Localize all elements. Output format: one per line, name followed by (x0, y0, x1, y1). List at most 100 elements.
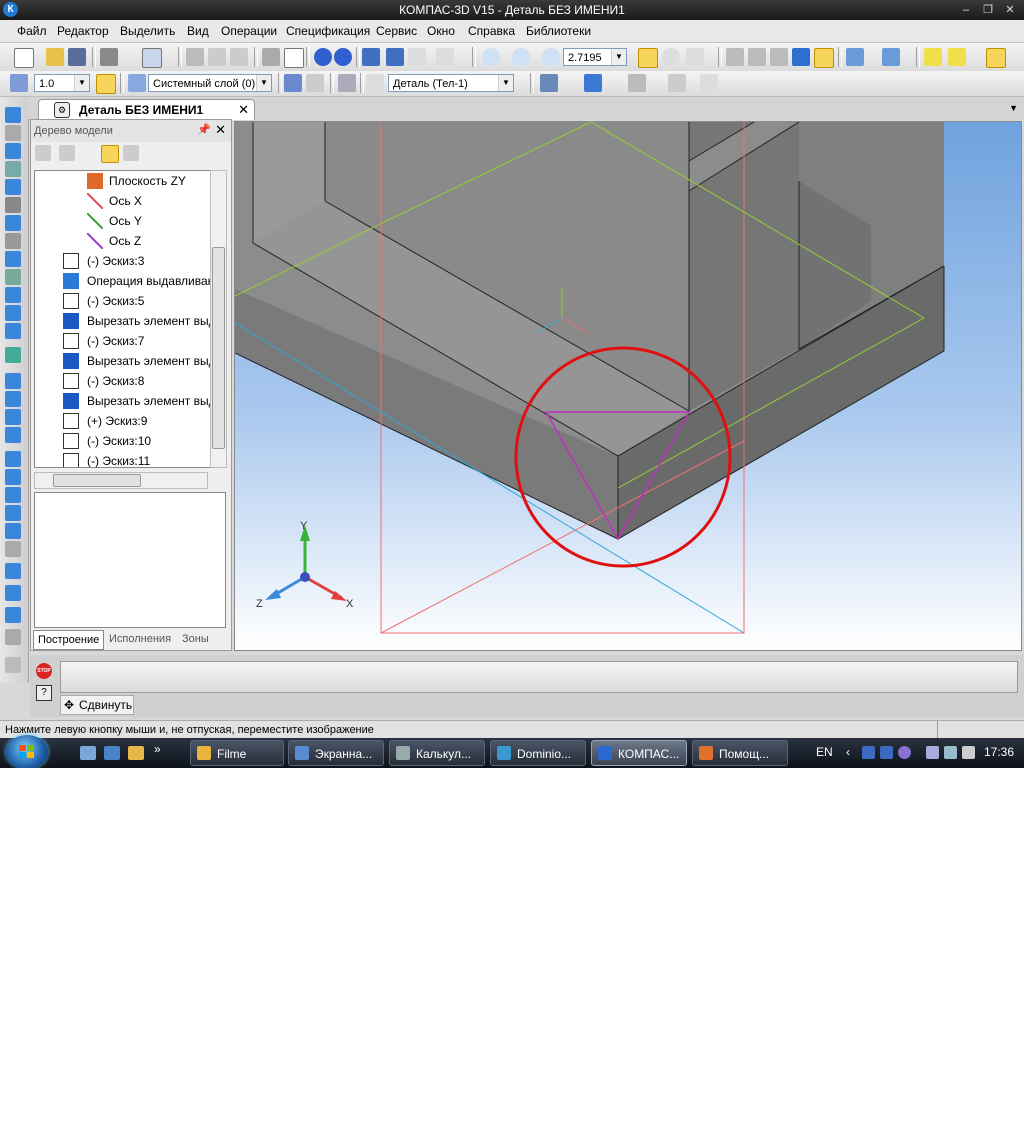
filter-icon[interactable] (882, 48, 900, 66)
split-icon[interactable] (5, 585, 21, 601)
properties-icon[interactable] (284, 48, 304, 68)
preview-icon[interactable] (142, 48, 162, 68)
taskbar-button[interactable]: Экранна... (288, 740, 384, 766)
help-button[interactable]: ? (36, 685, 52, 701)
chevron-down-icon[interactable]: ▼ (498, 75, 513, 91)
menu-operations[interactable]: Операции (221, 24, 277, 38)
pin-icon[interactable]: 📌 (197, 123, 211, 136)
mirror-icon[interactable] (5, 505, 21, 521)
pan-icon[interactable] (638, 48, 658, 68)
disabled-tool-icon[interactable] (5, 541, 21, 557)
elements-icon[interactable] (5, 269, 21, 285)
model-viewport[interactable]: Y X Z (234, 121, 1022, 651)
tray-app-icon[interactable] (862, 746, 875, 759)
chevron-down-icon[interactable]: ▼ (256, 75, 271, 91)
more-tools-icon[interactable] (5, 657, 21, 673)
kinematic-icon[interactable] (5, 347, 21, 363)
tab-list-icon[interactable]: ▼ (1009, 103, 1018, 113)
view-params-icon[interactable] (540, 74, 558, 92)
tree-item[interactable]: Вырезать элемент выдавливания (35, 391, 211, 411)
menu-service[interactable]: Сервис (376, 24, 417, 38)
taskbar-button[interactable]: Калькул... (389, 740, 485, 766)
reports-icon[interactable] (5, 251, 21, 267)
part-icon[interactable] (366, 74, 384, 92)
menu-editor[interactable]: Редактор (57, 24, 109, 38)
tree-item[interactable]: Ось X (35, 191, 211, 211)
pattern-icon[interactable] (5, 523, 21, 539)
print-icon[interactable] (100, 48, 118, 66)
snap-icon[interactable] (96, 74, 116, 94)
tree-mode-icon[interactable] (101, 145, 119, 163)
menu-libraries[interactable]: Библиотеки (526, 24, 591, 38)
rib-icon[interactable] (5, 487, 21, 503)
spec-icon[interactable] (5, 233, 21, 249)
edit-part-icon[interactable] (306, 74, 324, 92)
cut-tool-icon[interactable] (5, 391, 21, 407)
tree-item[interactable]: (-) Эскиз:11 (35, 451, 211, 467)
tray-app-icon[interactable] (898, 746, 911, 759)
tree-item[interactable]: (-) Эскиз:8 (35, 371, 211, 391)
format-brush-icon[interactable] (262, 48, 280, 66)
tree-item[interactable]: Вырезать элемент выдавливания (35, 311, 211, 331)
tray-app-icon[interactable] (880, 746, 893, 759)
parametric-icon[interactable] (338, 74, 356, 92)
layer-icon[interactable] (128, 74, 146, 92)
language-indicator[interactable]: EN (816, 745, 833, 759)
quicklaunch-app-icon[interactable] (128, 746, 144, 760)
close-icon[interactable]: ✕ (238, 102, 249, 118)
tree-item[interactable]: Плоскость ZY (35, 171, 211, 191)
quicklaunch-more-icon[interactable]: » (154, 742, 161, 756)
taskbar-button[interactable]: Filme (190, 740, 284, 766)
step-combo[interactable]: 1.0 ▼ (34, 74, 90, 92)
taskbar-button[interactable]: Помощ... (692, 740, 788, 766)
cut-clipboard-icon[interactable] (186, 48, 204, 66)
menu-select[interactable]: Выделить (120, 24, 175, 38)
color-icon[interactable] (948, 48, 966, 66)
menu-specification[interactable]: Спецификация (286, 24, 370, 38)
close-button[interactable]: ✕ (1002, 3, 1018, 17)
editing-part-icon[interactable] (5, 107, 21, 123)
hole-icon[interactable] (5, 409, 21, 425)
rotate-tool-icon[interactable] (5, 323, 21, 339)
part-combo[interactable]: Деталь (Тел-1) ▼ (388, 74, 514, 92)
color-params-icon[interactable] (584, 74, 602, 92)
stop-button[interactable]: STOP (36, 663, 52, 679)
fillet-icon[interactable] (5, 427, 21, 443)
paste-icon[interactable] (230, 48, 248, 66)
tree-item[interactable]: (-) Эскиз:3 (35, 251, 211, 271)
link-icon[interactable] (628, 74, 646, 92)
new-document-icon[interactable] (14, 48, 34, 68)
zoom-combo[interactable]: 2.7195 ▼ (563, 48, 627, 66)
quicklaunch-desktop-icon[interactable] (80, 746, 96, 760)
halftone-icon[interactable] (792, 48, 810, 66)
extrude-tool-icon[interactable] (5, 305, 21, 321)
copy-icon[interactable] (208, 48, 226, 66)
layer-combo[interactable]: Системный слой (0) ▼ (148, 74, 272, 92)
tray-safely-remove-icon[interactable] (926, 746, 939, 759)
taskbar-button[interactable]: Dominio... (490, 740, 586, 766)
restore-button[interactable]: ❐ (980, 3, 996, 17)
zoom-icon[interactable] (542, 48, 560, 66)
magnifier-icon[interactable] (986, 48, 1006, 68)
sheet-icon[interactable] (5, 287, 21, 303)
model-3d-view[interactable]: Y X Z (235, 122, 1021, 650)
assembly-icon[interactable] (5, 143, 21, 159)
loft-icon[interactable] (5, 373, 21, 389)
tree-item[interactable]: Операция выдавливания (35, 271, 211, 291)
surface-icon[interactable] (5, 563, 21, 579)
tree-horizontal-scrollbar[interactable] (34, 472, 208, 489)
command-field[interactable] (60, 661, 1018, 693)
constraints-icon[interactable] (846, 48, 864, 66)
clock[interactable]: 17:36 (984, 745, 1014, 759)
menu-file[interactable]: Файл (17, 24, 47, 38)
tree-item[interactable]: Ось Z (35, 231, 211, 251)
rotate-icon[interactable] (662, 48, 680, 66)
measure-icon[interactable] (5, 197, 21, 213)
close-icon[interactable]: ✕ (215, 122, 226, 138)
zoom-window-icon[interactable] (482, 48, 500, 66)
context-help-icon[interactable] (436, 48, 454, 66)
tree-sort-icon[interactable] (59, 145, 75, 161)
spline-icon[interactable] (5, 125, 21, 141)
tree-item[interactable]: (+) Эскиз:9 (35, 411, 211, 431)
tree-view-icon[interactable] (123, 145, 139, 161)
